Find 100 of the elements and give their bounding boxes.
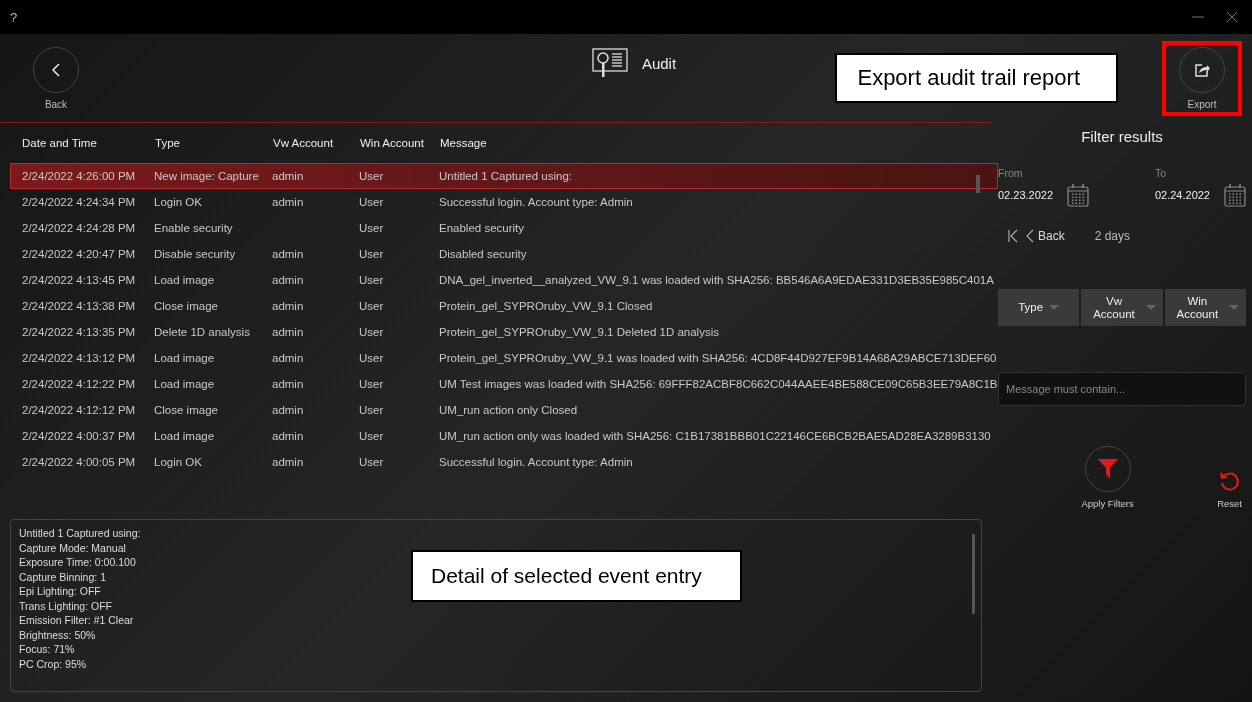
- table-cell-text: Untitled 1 Captured using:: [438, 170, 573, 182]
- table-cell-text: User: [358, 222, 385, 234]
- filter-dropdown[interactable]: Vw Account: [1081, 289, 1163, 326]
- chevron-left-icon: [52, 62, 60, 77]
- filter-title: Filter results: [1081, 128, 1163, 145]
- reset-icon: [1218, 470, 1241, 492]
- back-link[interactable]: Back: [1026, 229, 1065, 243]
- table-cell-text: 2/24/2022 4:20:47 PM: [21, 248, 137, 260]
- table-cell-text: Protein_gel_SYPROruby_VW_9.1 Deleted 1D analysis: [438, 326, 720, 338]
- table-cell-text: User: [358, 170, 385, 182]
- table-cell-text: Protein_gel_SYPROruby_VW_9.1 Closed: [438, 300, 654, 312]
- table-cell-text: admin: [271, 456, 305, 468]
- table-cell-text: Enabled security: [438, 222, 526, 234]
- first-page-icon[interactable]: [1008, 229, 1018, 243]
- detail-line: Untitled 1 Captured using:: [19, 526, 141, 541]
- table-cell-text: Delete 1D analysis: [153, 326, 251, 338]
- to-label: To: [1154, 167, 1168, 179]
- table-cell-text: admin: [271, 300, 305, 312]
- table-cell-text: User: [358, 274, 385, 286]
- column-header[interactable]: Message: [428, 123, 1015, 163]
- detail-line: Capture Binning: 1: [19, 569, 106, 584]
- share-icon: [1194, 61, 1210, 78]
- table-row[interactable]: 2/24/2022 4:24:28 PM Enable security User Enabled security: [10, 215, 999, 241]
- table-cell-text: Load image: [153, 430, 216, 442]
- scrollbar-thumb[interactable]: [972, 534, 975, 614]
- table-cell-text: Protein_gel_SYPROruby_VW_9.1 was loaded with SHA256: 4CD8F44D927EF9B14A68A29ABCE713DEF60: [438, 352, 998, 364]
- table-cell-text: admin: [271, 352, 305, 364]
- detail-line: Epi Lighting: OFF: [19, 584, 101, 599]
- table-row[interactable]: 2/24/2022 4:12:22 PM Load image admin User UM Test images was loaded with SHA256: 69FFF82ACBF8C662C044AAEE4BE588CE09C65B3EE79A8C1B: [10, 371, 999, 397]
- table-cell-text: admin: [271, 378, 305, 390]
- table-cell-text: User: [358, 456, 385, 468]
- table-cell-text: User: [358, 378, 385, 390]
- table-cell-text: 2/24/2022 4:00:05 PM: [21, 456, 137, 468]
- table-row[interactable]: 2/24/2022 4:13:35 PM Delete 1D analysis admin User Protein_gel_SYPROruby_VW_9.1 Deleted 1D analysis: [10, 319, 999, 345]
- from-label: From: [998, 167, 1024, 179]
- calendar-icon[interactable]: [1067, 183, 1090, 207]
- detail-line: Brightness: 50%: [19, 627, 96, 642]
- table-cell-text: UM Test images was loaded with SHA256: 69FFF82ACBF8C662C044AAEE4BE588CE09C65B3EE79A8C1B: [438, 378, 998, 390]
- table-cell-text: 2/24/2022 4:12:12 PM: [21, 404, 137, 416]
- table-row[interactable]: 2/24/2022 4:00:05 PM Login OK admin User Successful login. Account type: Admin: [10, 449, 999, 475]
- table-cell-text: Disable security: [153, 248, 237, 260]
- detail-line: PC Crop: 95%: [19, 656, 87, 671]
- table-cell-text: User: [358, 430, 385, 442]
- table-cell-text: 2/24/2022 4:13:12 PM: [21, 352, 137, 364]
- callout-label: Export audit trail report: [835, 53, 1118, 103]
- caret-icon: [1049, 305, 1060, 310]
- filter-dropdown[interactable]: Win Account: [1164, 289, 1246, 326]
- table-cell-text: Load image: [153, 274, 216, 286]
- chevron-left-icon: [1026, 229, 1034, 243]
- table-row[interactable]: 2/24/2022 4:13:38 PM Close image admin User Protein_gel_SYPROruby_VW_9.1 Closed: [10, 293, 999, 319]
- column-header[interactable]: Type: [143, 123, 261, 163]
- table-cell-text: 2/24/2022 4:13:38 PM: [21, 300, 137, 312]
- table-cell-text: 2/24/2022 4:24:34 PM: [21, 196, 137, 208]
- table-row[interactable]: 2/24/2022 4:24:34 PM Login OK admin User Successful login. Account type: Admin: [10, 189, 999, 215]
- caret-icon: [1146, 305, 1156, 310]
- table-row[interactable]: 2/24/2022 4:13:45 PM Load image admin User DNA_gel_inverted__analyzed_VW_9.1 was loaded with SHA256: BB546A6A9EDAE331D3EB35E985C401A: [10, 267, 999, 293]
- detail-line: Exposure Time: 0:00.100: [19, 555, 136, 570]
- reset-button[interactable]: Reset: [1217, 470, 1242, 509]
- table-row[interactable]: 2/24/2022 4:20:47 PM Disable security admin User Disabled security: [10, 241, 999, 267]
- date-value[interactable]: 02.23.2022: [998, 189, 1054, 201]
- detail-line: Focus: 71%: [19, 642, 75, 657]
- table-cell-text: Close image: [153, 300, 219, 312]
- table-cell-text: Login OK: [153, 456, 203, 468]
- scrollbar-thumb[interactable]: [976, 175, 980, 193]
- table-cell-text: UM_run action only Closed: [438, 404, 579, 416]
- table-cell-text: admin: [271, 430, 305, 442]
- callout-label: Detail of selected event entry: [411, 550, 742, 602]
- table-cell-text: Load image: [153, 352, 216, 364]
- table-cell-text: 2/24/2022 4:26:00 PM: [21, 170, 137, 182]
- table-row[interactable]: 2/24/2022 4:00:37 PM Load image admin User UM_run action only was loaded with SHA256: C1B17381BBB01C22146CE6BCB2BAE5AD28EA3289B3130: [10, 423, 999, 449]
- table-cell-text: User: [358, 326, 385, 338]
- table-row[interactable]: 2/24/2022 4:26:00 PM New image: Capture admin User Untitled 1 Captured using:: [10, 163, 999, 189]
- detail-line: Emission Filter: #1 Clear: [19, 613, 134, 628]
- column-header[interactable]: Vw Account: [261, 123, 348, 163]
- close-icon[interactable]: [1226, 11, 1238, 23]
- table-cell-text: admin: [271, 170, 305, 182]
- table-cell-text: User: [358, 300, 385, 312]
- table-cell-text: Close image: [153, 404, 219, 416]
- page-title: Audit: [641, 54, 677, 72]
- range-text: 2 days: [1094, 229, 1131, 243]
- date-value[interactable]: 02.24.2022: [1154, 189, 1210, 201]
- message-field[interactable]: Message must contain...: [998, 372, 1246, 406]
- table-row[interactable]: 2/24/2022 4:12:12 PM Close image admin User UM_run action only Closed: [10, 397, 999, 423]
- calendar-icon[interactable]: [1224, 183, 1246, 207]
- table-row[interactable]: 2/24/2022 4:13:12 PM Load image admin User Protein_gel_SYPROruby_VW_9.1 was loaded with SHA256: 4CD8F44D927EF9B14A68A29ABCE713DEF60: [10, 345, 999, 371]
- table-cell-text: 2/24/2022 4:13:35 PM: [21, 326, 137, 338]
- filter-dropdown[interactable]: Type: [998, 289, 1080, 326]
- table-cell-text: 2/24/2022 4:13:45 PM: [21, 274, 137, 286]
- table-cell-text: admin: [271, 274, 305, 286]
- detail-line: Trans Lighting: OFF: [19, 598, 112, 613]
- table-cell-text: admin: [271, 326, 305, 338]
- table-cell-text: admin: [271, 404, 305, 416]
- column-header[interactable]: Win Account: [348, 123, 428, 163]
- column-header[interactable]: Date and Time: [10, 123, 143, 163]
- table-cell-text: New image: Capture: [153, 170, 260, 182]
- table-cell-text: Disabled security: [438, 248, 528, 260]
- table-cell-text: Successful login. Account type: Admin: [438, 196, 634, 208]
- table-cell-text: Login OK: [153, 196, 203, 208]
- table-cell-text: Successful login. Account type: Admin: [438, 456, 634, 468]
- table-cell-text: 2/24/2022 4:12:22 PM: [21, 378, 137, 390]
